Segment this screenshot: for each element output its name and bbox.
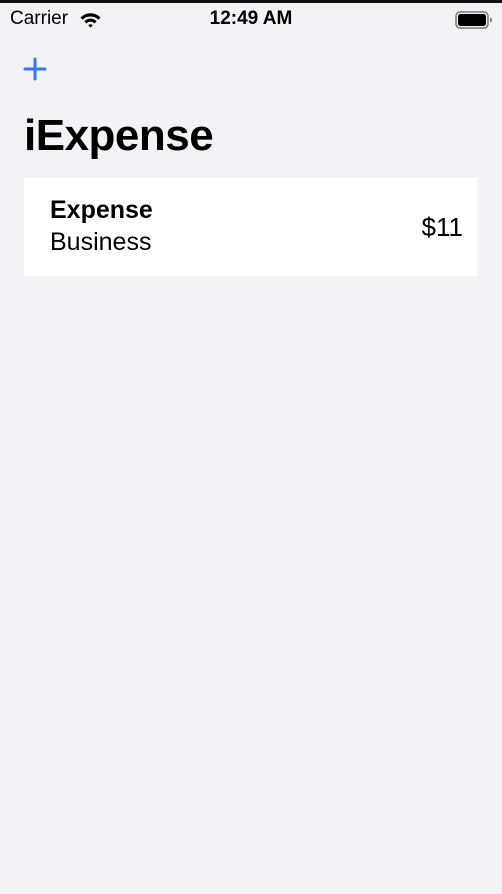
status-time: 12:49 AM (209, 8, 293, 29)
expense-name: Expense (50, 196, 153, 224)
status-bar: Carrier 12:49 AM (0, 3, 502, 37)
page-title: iExpense (24, 111, 214, 160)
expense-row[interactable]: Expense Business $11 (24, 178, 477, 276)
add-expense-button[interactable] (22, 56, 48, 82)
expense-type: Business (50, 228, 152, 256)
expense-list: Expense Business $11 (24, 178, 477, 276)
plus-icon (23, 57, 47, 81)
expense-amount: $11 (421, 212, 463, 242)
battery-icon (455, 11, 492, 29)
